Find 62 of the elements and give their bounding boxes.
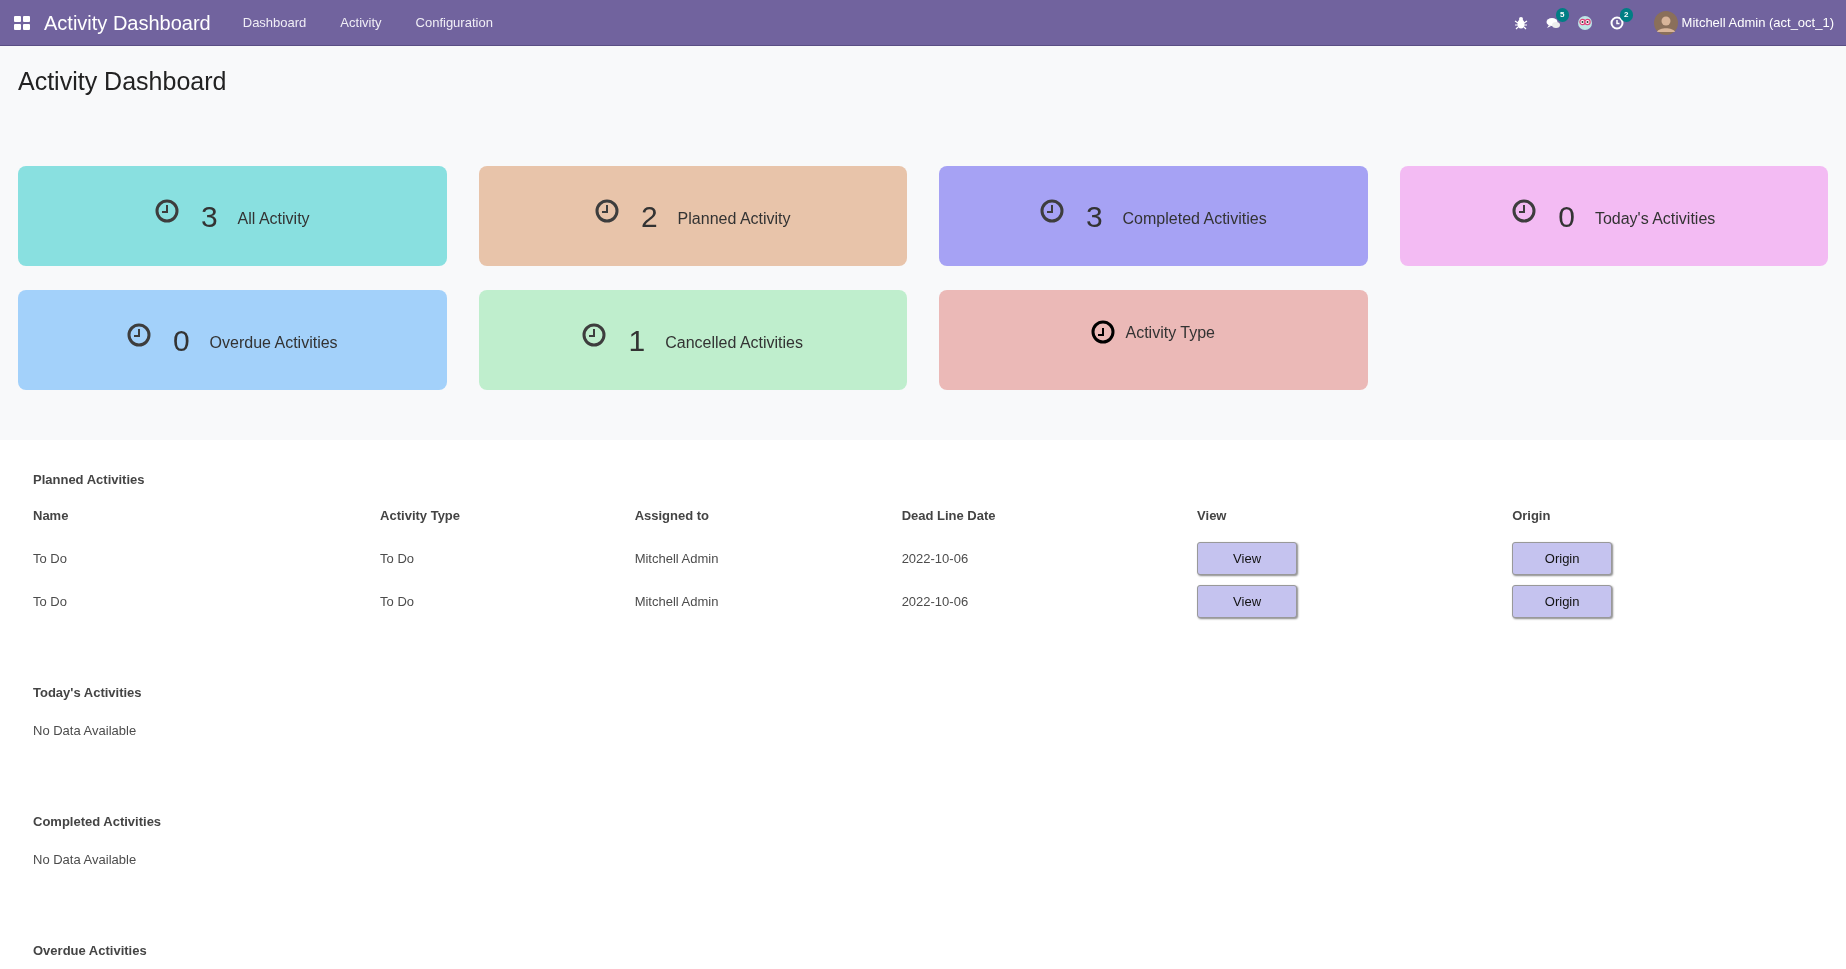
table-cell: To Do [33,537,381,580]
table-cell: Mitchell Admin [634,580,902,623]
view-button[interactable]: View [1197,542,1298,575]
chat-icon[interactable] [1545,15,1560,30]
origin-button[interactable]: Origin [1512,542,1613,575]
activity-count: 3 [1085,198,1103,235]
user-name[interactable]: Mitchell Admin (act_oct_1) [1681,12,1834,33]
section-title: Completed Activities [33,813,163,831]
column-header: Activity Type [380,505,635,537]
table-cell: To Do [380,537,635,580]
activity-card[interactable]: 3 Completed Activities [939,166,1368,266]
column-header: Dead Line Date [901,505,1198,537]
table-cell: 2022-10-06 [901,537,1198,580]
activity-card[interactable]: 0 Today's Activities [1399,166,1828,266]
column-header: Assigned to [634,505,902,537]
user-avatar[interactable] [1653,10,1678,35]
activity-card[interactable]: 3 All Activity [18,166,447,266]
activity-count: 0 [172,322,190,359]
section-title: Today's Activities [33,684,143,702]
table-cell: 2022-10-06 [901,580,1198,623]
clock-icon [154,199,181,225]
app-title: Activity Dashboard [44,10,211,36]
card-label: Overdue Activities [209,333,338,353]
activity-card[interactable]: 2 Planned Activity [478,166,907,266]
column-header: Name [33,505,381,537]
card-label: Completed Activities [1122,209,1267,229]
notification-count: 5 [1556,7,1569,22]
notification-count: 2 [1620,7,1633,22]
apps-menu-icon[interactable] [14,15,30,30]
card-label: Activity Type [1125,323,1215,343]
card-label: Planned Activity [677,209,791,229]
column-header: View [1197,505,1513,537]
clock-icon [126,323,153,349]
view-button[interactable]: View [1197,585,1298,618]
table-cell: To Do [33,580,381,623]
column-header: Origin [1512,506,1552,525]
menu-link[interactable]: Dashboard [242,12,307,33]
section-title: Overdue Activities [33,942,148,960]
menu-link[interactable]: Configuration [415,12,493,33]
section-title: Planned Activities [33,471,146,489]
empty-message: No Data Available [33,850,138,869]
activity-card[interactable]: 1 Cancelled Activities [478,290,907,390]
activity-count: 1 [628,322,646,359]
activity-card[interactable]: 0 Overdue Activities [18,290,447,390]
activity-count: 3 [200,198,218,235]
table-cell: To Do [380,580,635,623]
activity-count: 2 [640,198,658,235]
clock-icon [594,199,621,225]
activity-count: 0 [1558,198,1575,235]
clock-icon [1039,199,1066,225]
activity-card[interactable]: Activity Type [939,290,1368,390]
owl-icon[interactable] [1577,15,1592,30]
card-label: All Activity [237,209,310,229]
card-label: Today's Activities [1594,209,1716,229]
empty-message: No Data Available [33,721,138,740]
card-label: Cancelled Activities [665,333,803,353]
bug-icon[interactable] [1513,15,1528,30]
page-title: Activity Dashboard [18,66,228,96]
clock-icon[interactable] [1609,15,1624,30]
origin-button[interactable]: Origin [1512,585,1613,618]
table-cell: Mitchell Admin [634,537,902,580]
menu-link[interactable]: Activity [340,12,382,33]
